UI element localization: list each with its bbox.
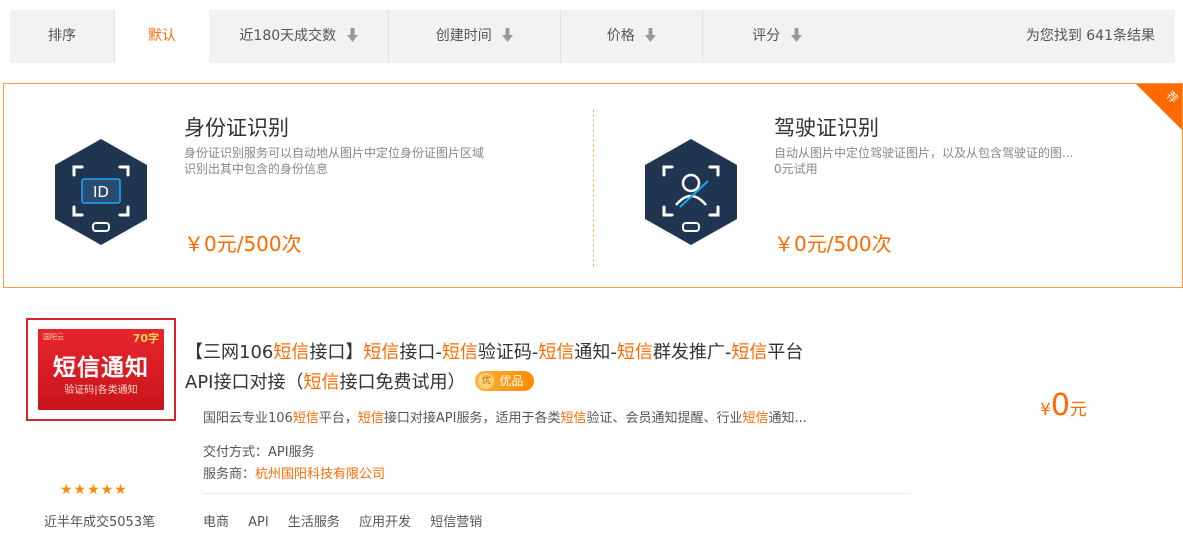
sort-rating-label: 评分 bbox=[752, 28, 781, 44]
desc-text: 通知... bbox=[768, 411, 807, 426]
promo-card-title: 驾驶证识别 bbox=[774, 116, 879, 140]
title-highlight: 短信 bbox=[538, 342, 575, 363]
title-highlight: 短信 bbox=[363, 342, 400, 363]
title-text: 通知- bbox=[574, 342, 617, 363]
tag-ecommerce[interactable]: 电商 bbox=[203, 515, 229, 530]
price-value: 0 bbox=[1050, 388, 1070, 423]
title-highlight: 短信 bbox=[616, 342, 653, 363]
tag-app-development[interactable]: 应用开发 bbox=[359, 515, 411, 530]
premium-badge-icon: 优 bbox=[478, 373, 495, 389]
result-count: 为您找到 641条结果 bbox=[1025, 28, 1155, 44]
tag-api[interactable]: API bbox=[248, 515, 269, 530]
sort-bar: 排序 默认 近180天成交数 创建时间 价格 评分 为您找到 641条结果 bbox=[10, 10, 1175, 63]
desc-line: 身份证识别服务可以自动地从图片中定位身份证图片区域 bbox=[184, 146, 485, 160]
driver-license-recognition-icon bbox=[645, 139, 737, 245]
desc-text: 平台， bbox=[318, 411, 358, 426]
vendor-info: 服务商：杭州国阳科技有限公司 bbox=[203, 463, 385, 482]
title-highlight: 短信 bbox=[731, 342, 768, 363]
delivery-method: 交付方式：API服务 bbox=[203, 445, 315, 460]
sort-default-tab[interactable]: 默认 bbox=[115, 10, 209, 63]
sales-count: 近半年成交5053笔 bbox=[44, 515, 156, 530]
title-text: 接口免费试用） bbox=[339, 372, 466, 393]
desc-highlight: 短信 bbox=[292, 411, 319, 426]
sort-rating-tab[interactable]: 评分 bbox=[703, 10, 851, 63]
premium-badge-label: 优品 bbox=[499, 374, 524, 388]
product-list-item: 国阳云 70字 短信通知 验证码|各类通知 ★★★★★ 近半年成交5053笔 【… bbox=[0, 300, 1183, 551]
arrow-down-icon bbox=[346, 27, 358, 42]
promo-card-title: 身份证识别 bbox=[184, 116, 289, 140]
promo-card-description: 自动从图片中定位驾驶证图片，以及从包含驾驶证的图... 0元试用 bbox=[774, 145, 1174, 177]
desc-highlight: 短信 bbox=[560, 411, 587, 426]
arrow-down-icon bbox=[502, 27, 514, 42]
sort-price-tab[interactable]: 价格 bbox=[561, 10, 703, 63]
sort-created-time-tab[interactable]: 创建时间 bbox=[389, 10, 561, 63]
desc-line: 自动从图片中定位驾驶证图片，以及从包含驾驶证的图... bbox=[774, 146, 1074, 160]
title-text: 群发推广- bbox=[652, 342, 732, 363]
desc-line: 0元试用 bbox=[774, 162, 818, 176]
recommended-promo-box: 荐 ID 身份证识别 身份证识别服务可以自动地从图片中定位身份证图片区域 识别出… bbox=[3, 83, 1183, 288]
vendor-label: 服务商： bbox=[203, 467, 256, 482]
price-unit: 元 bbox=[1069, 400, 1087, 420]
thumbnail-sub-text: 验证码|各类通知 bbox=[64, 385, 138, 396]
desc-text: 接口对接API服务，适用于各类 bbox=[383, 411, 561, 426]
title-text: 平台 bbox=[767, 342, 804, 363]
title-highlight: 短信 bbox=[273, 342, 310, 363]
price-symbol: ¥ bbox=[1040, 400, 1051, 420]
title-text: 验证码- bbox=[477, 342, 539, 363]
product-divider bbox=[203, 493, 910, 494]
promo-card-driver-license[interactable]: 驾驶证识别 自动从图片中定位驾驶证图片，以及从包含驾驶证的图... 0元试用 ￥… bbox=[594, 84, 1174, 287]
sort-recent-deals-tab[interactable]: 近180天成交数 bbox=[209, 10, 389, 63]
tag-life-service[interactable]: 生活服务 bbox=[288, 515, 340, 530]
thumbnail-main-text: 短信通知 bbox=[53, 355, 149, 381]
thumbnail-image: 国阳云 70字 短信通知 验证码|各类通知 bbox=[38, 329, 164, 410]
desc-highlight: 短信 bbox=[742, 411, 769, 426]
sort-label: 排序 bbox=[10, 10, 115, 63]
promo-card-id-card[interactable]: ID 身份证识别 身份证识别服务可以自动地从图片中定位身份证图片区域 识别出其中… bbox=[4, 84, 584, 287]
vendor-link[interactable]: 杭州国阳科技有限公司 bbox=[255, 467, 385, 482]
promo-card-price: ￥0元/500次 bbox=[184, 232, 302, 256]
promo-card-description: 身份证识别服务可以自动地从图片中定位身份证图片区域 识别出其中包含的身份信息 bbox=[184, 145, 584, 177]
sort-created-time-label: 创建时间 bbox=[435, 28, 492, 44]
desc-text: 验证、会员通知提醒、行业 bbox=[586, 411, 743, 426]
product-tags: 电商 API 生活服务 应用开发 短信营销 bbox=[203, 511, 497, 530]
promo-card-price: ￥0元/500次 bbox=[774, 232, 892, 256]
arrow-down-icon bbox=[790, 27, 802, 42]
product-price: ¥0元 bbox=[1040, 388, 1087, 423]
desc-text: 国阳云专业106 bbox=[203, 411, 293, 426]
title-text: 【三网106 bbox=[185, 342, 274, 363]
premium-badge: 优优品 bbox=[475, 371, 534, 391]
product-thumbnail[interactable]: 国阳云 70字 短信通知 验证码|各类通知 bbox=[26, 318, 176, 421]
desc-highlight: 短信 bbox=[357, 411, 384, 426]
sort-price-label: 价格 bbox=[606, 28, 635, 44]
thumbnail-corner-label: 70字 bbox=[132, 332, 159, 345]
sort-recent-deals-label: 近180天成交数 bbox=[239, 28, 337, 44]
rating-stars: ★★★★★ bbox=[60, 482, 128, 498]
title-highlight: 短信 bbox=[441, 342, 478, 363]
id-card-recognition-icon: ID bbox=[55, 139, 147, 245]
arrow-down-icon bbox=[645, 27, 657, 42]
tag-sms-marketing[interactable]: 短信营销 bbox=[430, 515, 482, 530]
title-text: API接口对接（ bbox=[185, 372, 304, 393]
thumbnail-logo: 国阳云 bbox=[43, 333, 64, 341]
title-text: 接口】 bbox=[309, 342, 364, 363]
desc-line: 识别出其中包含的身份信息 bbox=[184, 162, 329, 176]
title-text: 接口- bbox=[399, 342, 442, 363]
id-icon-text: ID bbox=[93, 183, 109, 201]
product-description: 国阳云专业106短信平台，短信接口对接API服务，适用于各类短信验证、会员通知提… bbox=[203, 407, 909, 426]
title-highlight: 短信 bbox=[303, 372, 340, 393]
product-title-link[interactable]: 【三网106短信接口】短信接口-短信验证码-短信通知-短信群发推广-短信平台 A… bbox=[185, 338, 925, 398]
